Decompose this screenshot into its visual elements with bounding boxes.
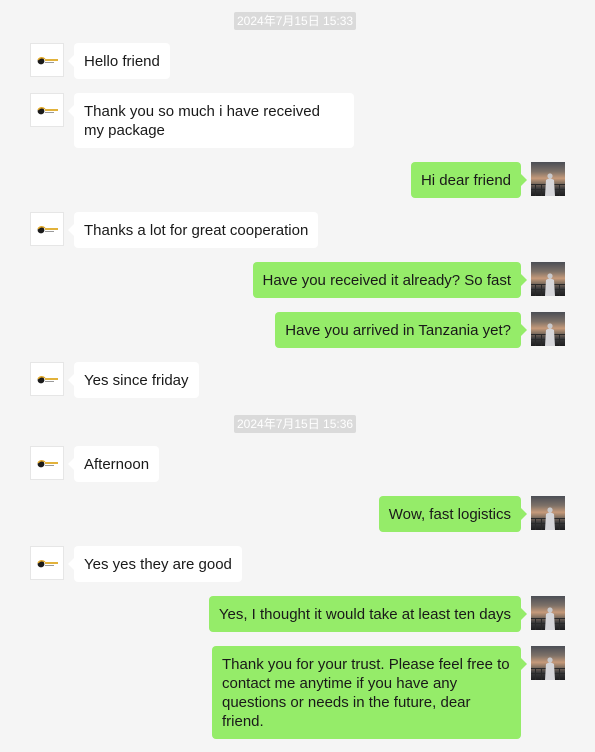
outgoing-message-bubble[interactable]: Hi dear friend: [410, 162, 528, 198]
contact-avatar[interactable]: [30, 43, 64, 77]
incoming-message-bubble[interactable]: Afternoon: [67, 446, 160, 482]
sunset-photo-avatar-icon: [531, 607, 565, 630]
incoming-message-bubble[interactable]: Hello friend: [68, 43, 170, 79]
incoming-message-bubble[interactable]: Yes yes they are good: [68, 546, 242, 582]
self-avatar[interactable]: [531, 262, 565, 296]
incoming-message-bubble[interactable]: Thanks a lot for great cooperation: [67, 212, 319, 248]
self-avatar[interactable]: [531, 646, 565, 680]
sunset-photo-avatar-icon: [531, 273, 565, 296]
timestamp-divider: 2024年7月15日 15:33: [234, 12, 357, 30]
sunset-photo-avatar-icon: [531, 323, 565, 346]
self-avatar[interactable]: [531, 596, 565, 630]
contact-avatar[interactable]: [30, 212, 64, 246]
outgoing-message-bubble[interactable]: Wow, fast logistics: [378, 496, 528, 532]
self-avatar[interactable]: [531, 162, 565, 196]
chat-message-area[interactable]: 2024年7月15日 15:33 Hello friend Thank you …: [0, 0, 595, 752]
brand-logo-avatar-icon: [37, 107, 58, 115]
brand-logo-avatar-icon: [37, 57, 58, 65]
outgoing-message-bubble[interactable]: Have you received it already? So fast: [252, 262, 528, 298]
brand-logo-avatar-icon: [37, 376, 58, 384]
self-avatar[interactable]: [531, 312, 565, 346]
incoming-message-bubble[interactable]: Thank you so much i have received my pac…: [68, 93, 354, 148]
self-avatar[interactable]: [531, 496, 565, 530]
brand-logo-avatar-icon: [37, 226, 58, 234]
contact-avatar[interactable]: [30, 546, 64, 580]
outgoing-message-bubble[interactable]: Have you arrived in Tanzania yet?: [275, 312, 527, 348]
sunset-photo-avatar-icon: [531, 657, 565, 680]
sunset-photo-avatar-icon: [531, 173, 565, 196]
contact-avatar[interactable]: [30, 362, 64, 396]
contact-avatar[interactable]: [30, 93, 64, 127]
timestamp-divider: 2024年7月15日 15:36: [234, 415, 357, 433]
brand-logo-avatar-icon: [37, 560, 58, 568]
incoming-message-bubble[interactable]: Yes since friday: [68, 362, 199, 398]
outgoing-message-bubble[interactable]: Thank you for your trust. Please feel fr…: [212, 646, 527, 739]
contact-avatar[interactable]: [30, 446, 64, 480]
sunset-photo-avatar-icon: [531, 507, 565, 530]
brand-logo-avatar-icon: [37, 460, 58, 468]
outgoing-message-bubble[interactable]: Yes, I thought it would take at least te…: [208, 596, 528, 632]
